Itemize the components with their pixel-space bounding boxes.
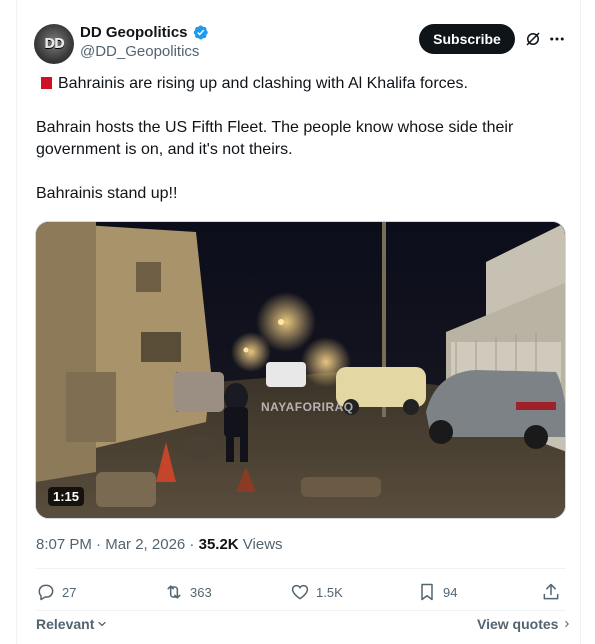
meta-separator: · — [91, 536, 106, 553]
reply-button[interactable]: 27 — [36, 582, 76, 602]
repost-button[interactable]: 363 — [164, 582, 212, 602]
post-meta: 8:07 PM · Mar 2, 2026 · 35.2K Views — [36, 536, 283, 553]
sort-dropdown[interactable]: Relevant — [36, 616, 108, 632]
bookmark-button[interactable]: 94 — [417, 582, 457, 602]
views-label: Views — [238, 536, 283, 553]
display-name[interactable]: DD Geopolitics — [80, 24, 188, 41]
bahrain-flag-icon — [36, 77, 52, 89]
frame-border-right — [580, 0, 581, 644]
avatar[interactable]: DD — [34, 24, 74, 64]
chevron-right-icon — [565, 620, 570, 628]
subscribe-button[interactable]: Subscribe — [419, 24, 515, 54]
share-button[interactable] — [541, 582, 561, 602]
share-icon — [543, 583, 559, 600]
heart-icon — [291, 584, 309, 600]
divider-bottom — [36, 610, 566, 611]
more-icon[interactable] — [548, 30, 566, 48]
repost-count: 363 — [190, 584, 212, 600]
author-handle[interactable]: @DD_Geopolitics — [80, 43, 209, 60]
bookmark-count: 94 — [443, 584, 458, 600]
video-player[interactable]: NAYAFORIRAQ 1:15 — [35, 221, 566, 519]
chevron-down-icon — [98, 621, 106, 627]
name-row: DD Geopolitics — [80, 24, 209, 41]
video-frame — [36, 222, 565, 518]
post-date[interactable]: Mar 2, 2026 — [105, 536, 185, 553]
tweet-line-1-text: Bahrainis are rising up and clashing wit… — [58, 75, 468, 92]
verified-badge-icon — [193, 25, 208, 40]
tweet-line-2: Bahrain hosts the US Fifth Fleet. The pe… — [36, 119, 514, 158]
reply-icon — [38, 584, 54, 601]
grok-icon[interactable] — [524, 30, 542, 48]
view-quotes-link[interactable]: View quotes — [477, 616, 572, 632]
video-duration-badge: 1:15 — [48, 487, 85, 506]
video-watermark: NAYAFORIRAQ — [261, 400, 354, 414]
avatar-logo-text: DD — [44, 36, 65, 52]
repost-icon — [167, 585, 181, 599]
action-bar: 27 363 1.5K 94 — [36, 582, 566, 606]
like-button[interactable]: 1.5K — [290, 582, 343, 602]
tweet-line-1: Bahrainis are rising up and clashing wit… — [36, 73, 556, 95]
sort-label: Relevant — [36, 616, 95, 632]
post-header: DD DD Geopolitics @DD_Geopolitics Subscr… — [34, 22, 569, 64]
bookmark-icon — [421, 583, 433, 601]
view-quotes-label: View quotes — [477, 616, 559, 632]
like-count: 1.5K — [316, 584, 343, 600]
divider-top — [36, 568, 566, 569]
views-count: 35.2K — [198, 536, 239, 553]
reply-count: 27 — [62, 584, 77, 600]
frame-border-left — [16, 0, 17, 644]
post-time[interactable]: 8:07 PM — [36, 536, 92, 553]
author-block: DD Geopolitics @DD_Geopolitics — [80, 24, 209, 60]
tweet-text: Bahrainis are rising up and clashing wit… — [36, 73, 556, 227]
tweet-line-3: Bahrainis stand up!! — [36, 185, 178, 202]
meta-separator-2: · — [185, 536, 199, 553]
